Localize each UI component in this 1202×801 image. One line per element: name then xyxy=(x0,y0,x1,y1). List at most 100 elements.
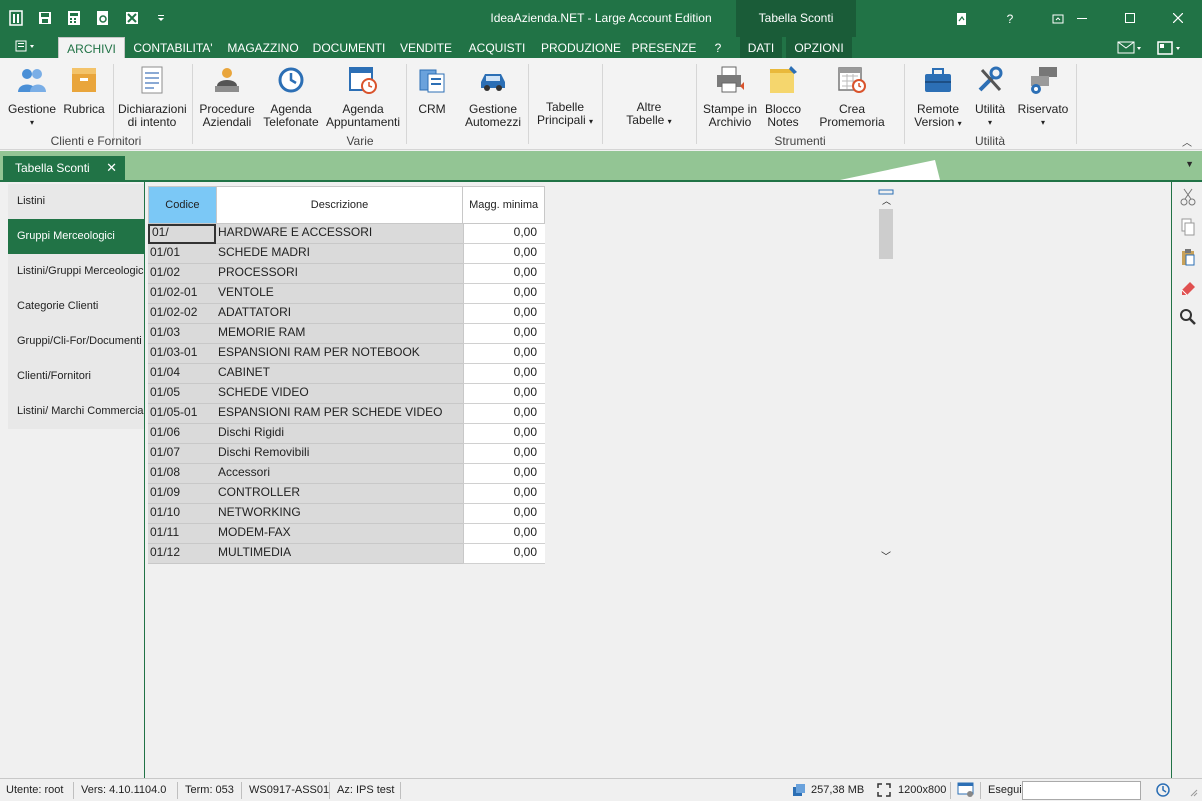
cell-magg-minima[interactable]: 0,00 xyxy=(463,224,545,244)
cell-codice[interactable]: 01/03-01 xyxy=(148,344,216,364)
cell-descrizione[interactable]: MEMORIE RAM xyxy=(216,324,463,344)
copy-icon[interactable] xyxy=(1172,212,1202,242)
cell-codice[interactable]: 01/09 xyxy=(148,484,216,504)
layout-icon[interactable] xyxy=(1154,37,1186,58)
cell-codice[interactable]: 01/04 xyxy=(148,364,216,384)
crea-promemoria-button[interactable]: Crea Promemoria xyxy=(808,64,896,129)
nav-item-marchi-commerciali[interactable]: Listini/ Marchi Commerciali xyxy=(8,394,144,429)
cell-magg-minima[interactable]: 0,00 xyxy=(463,304,545,324)
agenda-appuntamenti-button[interactable]: Agenda Appuntamenti xyxy=(326,64,400,129)
tabelle-principali-button[interactable]: Tabelle Principali ▾ xyxy=(534,101,596,128)
tab-vendite[interactable]: VENDITE xyxy=(396,37,456,58)
vertical-scrollbar[interactable]: ︿ ﹀ xyxy=(878,186,894,566)
resize-grip-icon[interactable] xyxy=(1188,787,1198,800)
cell-codice[interactable]: 01/02-01 xyxy=(148,284,216,304)
esegui-input[interactable] xyxy=(1022,781,1141,800)
cell-magg-minima[interactable]: 0,00 xyxy=(463,344,545,364)
nav-item-gruppi-cli-for[interactable]: Gruppi/Cli-For/Documenti xyxy=(8,324,144,359)
cell-codice[interactable]: 01/11 xyxy=(148,524,216,544)
cell-magg-minima[interactable]: 0,00 xyxy=(463,424,545,444)
cell-descrizione[interactable]: HARDWARE E ACCESSORI xyxy=(216,224,463,244)
table-row[interactable]: 01/04 CABINET 0,00 xyxy=(148,364,545,384)
cell-descrizione[interactable]: ADATTATORI xyxy=(216,304,463,324)
cell-descrizione[interactable]: MODEM-FAX xyxy=(216,524,463,544)
cell-descrizione[interactable]: VENTOLE xyxy=(216,284,463,304)
cell-codice[interactable]: 01/05 xyxy=(148,384,216,404)
cell-descrizione[interactable]: ESPANSIONI RAM PER NOTEBOOK xyxy=(216,344,463,364)
minimize-icon[interactable] xyxy=(1058,0,1106,36)
procedure-aziendali-button[interactable]: Procedure Aziendali xyxy=(198,64,256,129)
agenda-telefonate-button[interactable]: Agenda Telefonate xyxy=(262,64,320,129)
nav-item-listini[interactable]: Listini xyxy=(8,184,144,219)
cell-codice[interactable]: 01/03 xyxy=(148,324,216,344)
document-help-icon[interactable] xyxy=(938,6,986,32)
rubrica-button[interactable]: Rubrica xyxy=(62,64,106,116)
table-row[interactable]: 01/05-01 ESPANSIONI RAM PER SCHEDE VIDEO 0… xyxy=(148,404,545,424)
cell-magg-minima[interactable]: 0,00 xyxy=(463,464,545,484)
cell-codice[interactable]: 01/05-01 xyxy=(148,404,216,424)
nav-item-clienti-fornitori[interactable]: Clienti/Fornitori xyxy=(8,359,144,394)
table-row[interactable]: 01/05 SCHEDE VIDEO 0,00 xyxy=(148,384,545,404)
cell-magg-minima[interactable]: 0,00 xyxy=(463,404,545,424)
column-header-codice[interactable]: Codice xyxy=(149,187,217,223)
cell-codice[interactable]: 01/02-02 xyxy=(148,304,216,324)
cell-magg-minima[interactable]: 0,00 xyxy=(463,444,545,464)
crm-button[interactable]: CRM xyxy=(412,64,452,116)
cell-magg-minima[interactable]: 0,00 xyxy=(463,264,545,284)
cell-codice[interactable]: 01/12 xyxy=(148,544,216,564)
cell-magg-minima[interactable]: 0,00 xyxy=(463,524,545,544)
doc-tab-close-icon[interactable]: ✕ xyxy=(106,156,117,180)
tab-documenti[interactable]: DOCUMENTI xyxy=(310,37,388,58)
scroll-down-icon[interactable]: ﹀ xyxy=(881,548,891,563)
remote-version-button[interactable]: Remote Version ▾ xyxy=(910,64,966,130)
table-row[interactable]: 01/02-02 ADATTATORI 0,00 xyxy=(148,304,545,324)
collapse-ribbon-icon[interactable]: ︿ xyxy=(1182,134,1192,149)
file-menu-button[interactable] xyxy=(14,39,44,57)
cell-descrizione[interactable]: NETWORKING xyxy=(216,504,463,524)
cell-descrizione[interactable]: Dischi Removibili xyxy=(216,444,463,464)
doc-tab-tabella-sconti[interactable]: Tabella Sconti ✕ xyxy=(3,156,125,180)
table-row[interactable]: 01/09 CONTROLLER 0,00 xyxy=(148,484,545,504)
paste-icon[interactable] xyxy=(1172,242,1202,272)
cell-magg-minima[interactable]: 0,00 xyxy=(463,284,545,304)
close-icon[interactable] xyxy=(1154,0,1202,36)
nav-item-categorie-clienti[interactable]: Categorie Clienti xyxy=(8,289,144,324)
blocco-notes-button[interactable]: Blocco Notes xyxy=(762,64,804,129)
cell-descrizione[interactable]: CONTROLLER xyxy=(216,484,463,504)
cell-descrizione[interactable]: SCHEDE VIDEO xyxy=(216,384,463,404)
tab-dati[interactable]: DATI xyxy=(740,37,782,58)
table-row[interactable]: 01/03 MEMORIE RAM 0,00 xyxy=(148,324,545,344)
history-clock-icon[interactable] xyxy=(1155,782,1171,801)
tab-archivi[interactable]: ARCHIVI xyxy=(58,37,125,58)
cell-codice[interactable]: 01/01 xyxy=(148,244,216,264)
tab-help[interactable]: ? xyxy=(704,37,732,58)
cell-descrizione[interactable]: PROCESSORI xyxy=(216,264,463,284)
cell-magg-minima[interactable]: 0,00 xyxy=(463,504,545,524)
screen-icon[interactable] xyxy=(957,782,975,801)
scroll-thumb[interactable] xyxy=(879,209,893,259)
tab-magazzino[interactable]: MAGAZZINO xyxy=(222,37,304,58)
table-row[interactable]: 01/03-01 ESPANSIONI RAM PER NOTEBOOK 0,00 xyxy=(148,344,545,364)
cell-descrizione[interactable]: MULTIMEDIA xyxy=(216,544,463,564)
tab-opzioni[interactable]: OPZIONI xyxy=(786,37,852,58)
tab-produzione[interactable]: PRODUZIONE xyxy=(538,37,624,58)
table-row[interactable]: 01/06 Dischi Rigidi 0,00 xyxy=(148,424,545,444)
cell-descrizione[interactable]: SCHEDE MADRI xyxy=(216,244,463,264)
cell-magg-minima[interactable]: 0,00 xyxy=(463,324,545,344)
cell-descrizione[interactable]: ESPANSIONI RAM PER SCHEDE VIDEO xyxy=(216,404,463,424)
utilita-button[interactable]: Utilità ▾ xyxy=(970,64,1010,129)
table-row[interactable]: 01/HARDWARE E ACCESSORI 0,00 xyxy=(148,224,545,244)
table-row[interactable]: 01/11 MODEM-FAX 0,00 xyxy=(148,524,545,544)
eraser-icon[interactable] xyxy=(1172,272,1202,302)
tab-acquisti[interactable]: ACQUISTI xyxy=(463,37,531,58)
mail-icon[interactable] xyxy=(1114,37,1146,58)
cell-magg-minima[interactable]: 0,00 xyxy=(463,544,545,564)
search-icon[interactable] xyxy=(1172,302,1202,332)
cell-magg-minima[interactable]: 0,00 xyxy=(463,244,545,264)
cell-codice[interactable]: 01/08 xyxy=(148,464,216,484)
tab-presenze[interactable]: PRESENZE xyxy=(630,37,698,58)
table-row[interactable]: 01/02-01 VENTOLE 0,00 xyxy=(148,284,545,304)
maximize-icon[interactable] xyxy=(1106,0,1154,36)
altre-tabelle-button[interactable]: Altre Tabelle ▾ xyxy=(620,101,678,128)
cell-codice[interactable]: 01/10 xyxy=(148,504,216,524)
